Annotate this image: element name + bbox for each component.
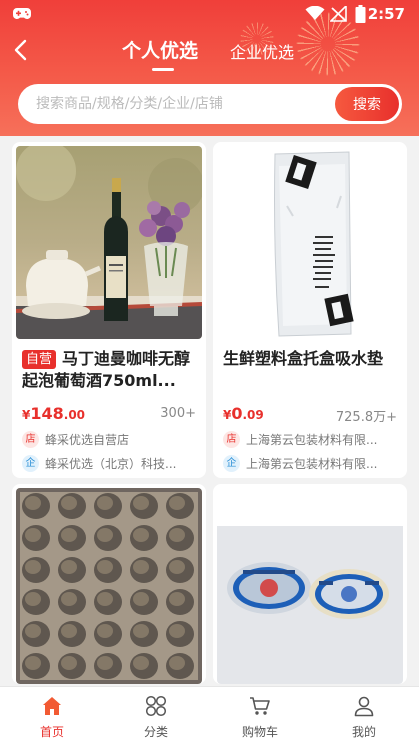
tray-cup-highlight [97, 560, 113, 574]
company-icon: 企 [22, 455, 39, 472]
battery-icon [355, 5, 366, 23]
store-name: 上海第云包装材料有限... [246, 433, 378, 447]
tray-cup-highlight [97, 528, 113, 542]
nav-label: 购物车 [241, 725, 278, 739]
product-title: 自营 马丁迪曼咖啡无醇起泡葡萄酒750ml... [22, 348, 200, 392]
tray-cup-highlight [133, 496, 149, 510]
price-decimal: .09 [242, 408, 264, 422]
store-icon: 店 [22, 431, 39, 448]
active-tab-indicator [152, 68, 174, 71]
company-name: 蜂采优选（北京）科技... [45, 457, 177, 471]
product-card[interactable]: 自营 马丁迪曼咖啡无醇起泡葡萄酒750ml... ¥148.00 300+ 店蜂采… [12, 142, 206, 478]
header: 2:57 个人优选 企业优选 搜索 [0, 0, 419, 136]
tray-cup-highlight [25, 496, 41, 510]
tray-cup-highlight [133, 624, 149, 638]
tray-cup-highlight [61, 560, 77, 574]
product-image [217, 146, 403, 339]
tray-cup-highlight [133, 592, 149, 606]
tray-cup-highlight [169, 496, 185, 510]
tray-cup-highlight [61, 496, 77, 510]
nav-label: 首页 [39, 725, 64, 739]
tab-personal-picks[interactable]: 个人优选 [122, 36, 198, 63]
price-decimal: .00 [63, 408, 86, 422]
tray-cup-highlight [61, 656, 77, 670]
self-operated-badge: 自营 [22, 350, 57, 369]
tray-cup-highlight [25, 560, 41, 574]
nav-label: 分类 [143, 725, 168, 739]
product-card[interactable]: 生鲜塑料盒托盒吸水垫 ¥0.09 725.8万+ 店上海第云包装材料有限... … [213, 142, 407, 478]
shopping-cart-icon [250, 697, 270, 715]
store-row[interactable]: 店上海第云包装材料有限... [223, 431, 399, 449]
product-card[interactable] [12, 484, 206, 684]
nav-label: 我的 [351, 725, 376, 739]
tray-cup-highlight [169, 560, 185, 574]
tray-cup-highlight [97, 656, 113, 670]
search-bar: 搜索 [18, 84, 402, 124]
status-bar: 2:57 [0, 0, 419, 28]
tray-cup-highlight [169, 528, 185, 542]
user-profile-icon [354, 696, 374, 717]
sales-count: 725.8万+ [335, 410, 397, 425]
tray-cup-highlight [25, 624, 41, 638]
nav-cart[interactable]: 购物车 [208, 687, 312, 744]
back-chevron-icon[interactable] [10, 38, 32, 62]
tray-cup-highlight [61, 624, 77, 638]
tray-cup-highlight [133, 560, 149, 574]
no-signal-icon [330, 6, 347, 22]
search-button[interactable]: 搜索 [335, 87, 399, 121]
sales-count: 300+ [160, 406, 196, 421]
price-integer: 148 [30, 404, 64, 423]
tray-cup-highlight [133, 528, 149, 542]
category-grid-icon [145, 695, 167, 717]
product-title: 生鲜塑料盒托盒吸水垫 [223, 349, 384, 368]
tray-cup-highlight [25, 528, 41, 542]
nav-profile[interactable]: 我的 [312, 687, 416, 744]
tray-cup-highlight [25, 656, 41, 670]
price-integer: 0 [231, 404, 243, 423]
tray-cup-highlight [25, 592, 41, 606]
store-name: 蜂采优选自营店 [45, 433, 130, 447]
tray-cup-highlight [133, 656, 149, 670]
nav-category[interactable]: 分类 [104, 687, 208, 744]
tab-enterprise-picks[interactable]: 企业优选 [230, 39, 294, 63]
tray-cup-highlight [169, 592, 185, 606]
company-row[interactable]: 企蜂采优选（北京）科技... [22, 455, 198, 473]
tray-cup-highlight [61, 592, 77, 606]
status-time: 2:57 [367, 5, 405, 23]
company-name: 上海第云包装材料有限... [246, 457, 378, 471]
product-image [16, 488, 202, 684]
tray-cup-highlight [169, 624, 185, 638]
game-controller-icon [13, 8, 31, 19]
company-icon: 企 [223, 455, 240, 472]
product-image [217, 488, 403, 684]
tray-cup-highlight [169, 656, 185, 670]
search-input[interactable] [18, 84, 318, 124]
tray-cup-highlight [97, 496, 113, 510]
wifi-icon [305, 6, 325, 20]
product-price: ¥148.00 [22, 404, 85, 423]
bottom-navigation: 首页 分类 购物车 我的 [0, 686, 419, 744]
store-row[interactable]: 店蜂采优选自营店 [22, 431, 198, 449]
product-image [16, 146, 202, 339]
tray-cup-highlight [97, 592, 113, 606]
tray-cup-highlight [61, 528, 77, 542]
product-price: ¥0.09 [223, 404, 264, 423]
store-icon: 店 [223, 431, 240, 448]
company-row[interactable]: 企上海第云包装材料有限... [223, 455, 399, 473]
product-card[interactable] [213, 484, 407, 684]
tray-cup-highlight [97, 624, 113, 638]
nav-home[interactable]: 首页 [0, 687, 104, 744]
home-icon [43, 697, 61, 715]
